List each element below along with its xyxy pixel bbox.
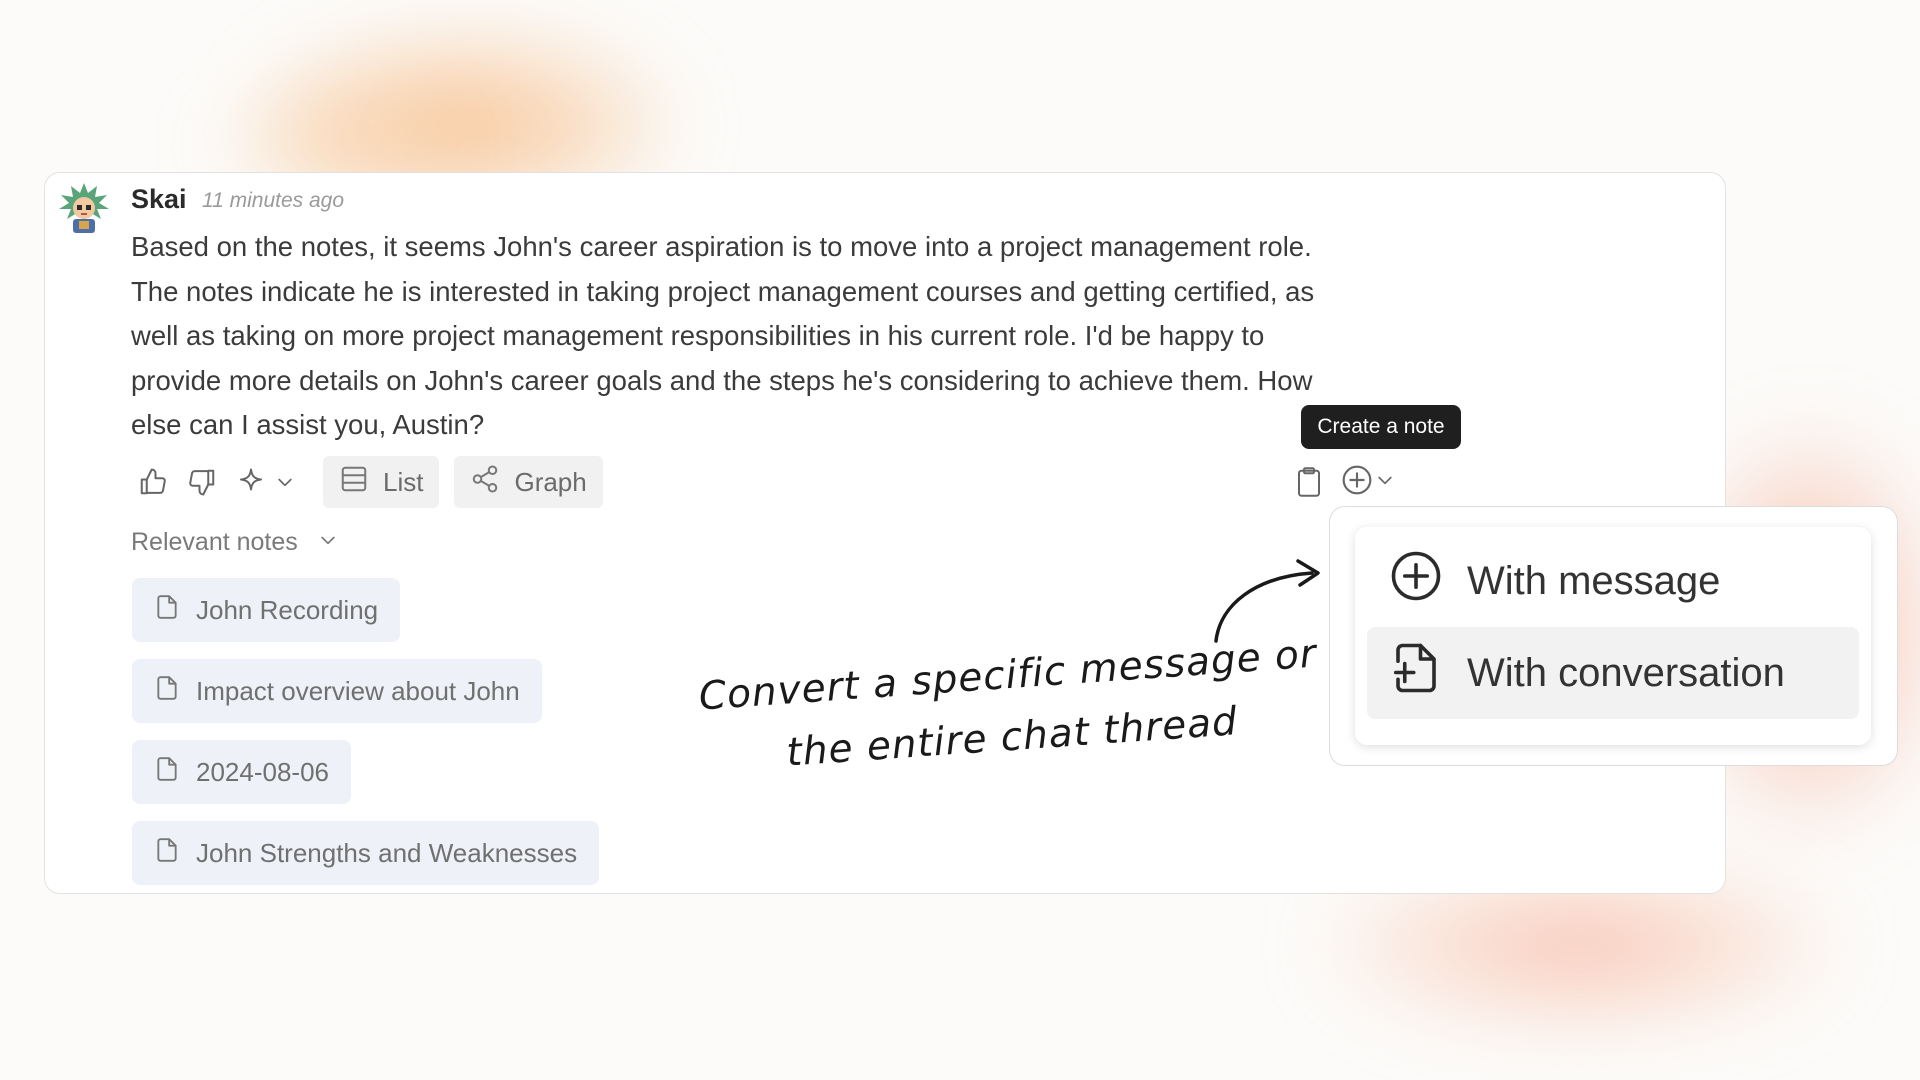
list-icon — [339, 464, 369, 501]
note-title: John Recording — [196, 594, 379, 625]
graph-view-label: Graph — [514, 466, 587, 497]
create-note-menu: With message With conversation — [1355, 527, 1871, 745]
list-view-button[interactable]: List — [323, 456, 440, 508]
message-line: well as taking on more project managemen… — [131, 320, 1265, 351]
menu-item-label: With conversation — [1467, 650, 1785, 695]
menu-item-with-message[interactable]: With message — [1367, 535, 1859, 627]
document-icon — [154, 593, 180, 628]
menu-item-label: With message — [1467, 558, 1721, 603]
message-line: The notes indicate he is interested in t… — [131, 275, 1315, 307]
message-body: Based on the notes, it seems John's care… — [131, 225, 1431, 448]
thumbs-up-icon[interactable] — [131, 460, 175, 504]
create-note-button[interactable] — [1341, 458, 1395, 506]
chevron-down-icon[interactable] — [273, 460, 297, 504]
chevron-down-icon — [318, 528, 338, 557]
note-title: 2024-08-06 — [196, 756, 329, 787]
message-author: Skai — [131, 184, 187, 214]
clipboard-icon[interactable] — [1287, 458, 1331, 506]
bot-avatar — [57, 181, 111, 237]
relevant-notes-label: Relevant notes — [131, 528, 298, 556]
message-line: Based on the notes, it seems John's care… — [131, 231, 1312, 262]
note-chip[interactable]: 2024-08-06 — [132, 740, 351, 804]
create-note-menu-frame: With message With conversation — [1329, 506, 1898, 766]
graph-view-button[interactable]: Graph — [454, 456, 603, 508]
chevron-down-icon — [1375, 470, 1395, 495]
note-chip[interactable]: Impact overview about John — [132, 659, 542, 723]
file-plus-icon — [1389, 641, 1443, 705]
document-icon — [154, 674, 180, 709]
relevant-notes-toggle[interactable]: Relevant notes — [131, 528, 338, 557]
document-icon — [154, 836, 180, 871]
document-icon — [154, 755, 180, 790]
note-chip[interactable]: John Recording — [132, 578, 401, 642]
plus-circle-icon — [1341, 464, 1373, 501]
message-toolbar: List Graph — [131, 456, 603, 508]
list-view-label: List — [383, 466, 424, 497]
message-line: else can I assist you, Austin? — [131, 409, 485, 440]
sparkle-icon[interactable] — [229, 460, 273, 504]
message-timestamp: 11 minutes ago — [202, 189, 345, 212]
plus-circle-icon — [1389, 549, 1443, 613]
share-graph-icon — [470, 464, 500, 501]
create-note-tooltip: Create a note — [1301, 405, 1461, 449]
thumbs-down-icon[interactable] — [180, 460, 224, 504]
note-title: Impact overview about John — [196, 675, 520, 706]
note-chip[interactable]: John Strengths and Weaknesses — [132, 821, 600, 885]
menu-item-with-conversation[interactable]: With conversation — [1367, 627, 1859, 719]
message-line: provide more details on John's career go… — [131, 364, 1313, 396]
message-actions-right — [1287, 457, 1395, 507]
note-title: John Strengths and Weaknesses — [196, 837, 578, 868]
